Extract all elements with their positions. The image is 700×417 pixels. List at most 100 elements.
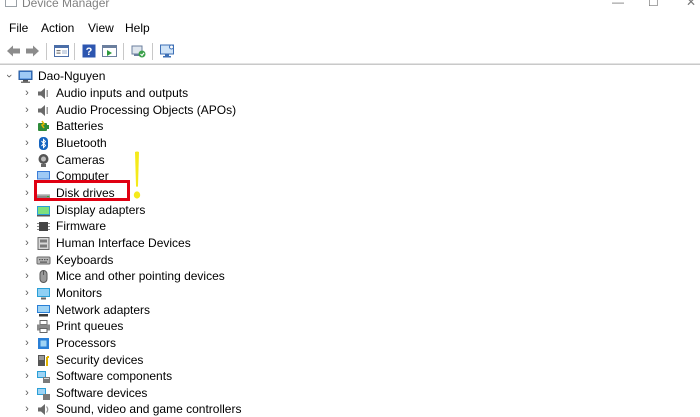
update-driver-icon[interactable] (130, 43, 147, 59)
tree-item-label: Audio inputs and outputs (56, 86, 189, 100)
tree-item-label: Network adapters (56, 303, 151, 317)
expand-chevron-icon[interactable]: › (22, 318, 32, 334)
battery-icon (36, 119, 51, 134)
tree-item[interactable]: › Software components (22, 368, 172, 384)
tree-root[interactable]: › Dao-Nguyen (1, 68, 106, 84)
toolbar: ? (0, 39, 700, 64)
camera-icon (36, 153, 51, 168)
tree-item-label: Software components (56, 369, 173, 383)
printer-icon (36, 319, 51, 334)
speaker-icon (36, 103, 51, 118)
tree-item[interactable]: › Mice and other pointing devices (22, 268, 225, 284)
keyboard-icon (36, 253, 51, 268)
tree-item[interactable]: › Keyboards (22, 252, 113, 268)
expand-chevron-icon[interactable]: › (22, 401, 32, 417)
expand-chevron-icon[interactable]: › (22, 385, 32, 401)
toolbar-separator (152, 43, 153, 60)
tree-item[interactable]: › Cameras (22, 152, 105, 168)
expand-chevron-icon[interactable]: › (22, 102, 32, 118)
expand-chevron-icon[interactable]: › (22, 352, 32, 368)
expand-chevron-icon[interactable]: › (22, 268, 32, 284)
expand-chevron-icon[interactable]: › (22, 152, 32, 168)
expand-chevron-icon[interactable]: › (22, 202, 32, 218)
mouse-icon (36, 269, 51, 284)
exclamation-mark-icon (131, 150, 143, 202)
expand-chevron-icon[interactable]: › (22, 252, 32, 268)
tree-item[interactable]: › Print queues (22, 318, 123, 334)
expand-chevron-icon[interactable]: › (22, 218, 32, 234)
tree-item-label: Processors (56, 336, 117, 350)
tree-item-label: Software devices (56, 386, 148, 400)
tree-item[interactable]: › Human Interface Devices (22, 235, 191, 251)
scan-hardware-icon[interactable] (159, 43, 176, 59)
software-component-icon (36, 369, 51, 384)
close-button[interactable]: ✕ (686, 0, 696, 9)
tree-item-label: Display adapters (56, 203, 146, 217)
tree-item-label: Security devices (56, 353, 144, 367)
tree-item-label: Mice and other pointing devices (56, 269, 225, 283)
tree-item-label: Monitors (56, 286, 103, 300)
expand-chevron-icon[interactable]: › (22, 118, 32, 134)
tree-item[interactable]: › Audio Processing Objects (APOs) (22, 102, 236, 118)
help-icon[interactable]: ? (81, 43, 98, 59)
tree-item-label: Human Interface Devices (56, 236, 191, 250)
show-hidden-icon[interactable] (101, 43, 118, 59)
expand-chevron-icon[interactable]: › (22, 285, 32, 301)
back-arrow-icon[interactable] (5, 43, 22, 59)
tree-item-label: Cameras (56, 153, 105, 167)
security-device-icon (36, 353, 51, 368)
computer-icon (18, 69, 33, 84)
bluetooth-icon (36, 136, 51, 151)
tree-item[interactable]: › Processors (22, 335, 116, 351)
highlight-box (34, 180, 130, 201)
expand-chevron-icon[interactable]: › (22, 168, 32, 184)
toolbar-separator (123, 43, 124, 60)
tree-item[interactable]: › Audio inputs and outputs (22, 85, 188, 101)
tree-item-label: Sound, video and game controllers (56, 402, 242, 416)
hid-icon (36, 236, 51, 251)
menu-file[interactable]: File (9, 21, 28, 35)
expand-chevron-icon[interactable]: › (22, 135, 32, 151)
tree-item[interactable]: › Batteries (22, 118, 103, 134)
processor-icon (36, 336, 51, 351)
tree-item[interactable]: › Firmware (22, 218, 106, 234)
collapse-chevron-icon[interactable]: › (1, 71, 17, 81)
tree-item-label: Batteries (56, 119, 104, 133)
expand-chevron-icon[interactable]: › (22, 85, 32, 101)
monitor-icon (36, 286, 51, 301)
tree-item[interactable]: › Bluetooth (22, 135, 107, 151)
tree-item-label: Keyboards (56, 253, 114, 267)
tree-item-label: Bluetooth (56, 136, 107, 150)
firmware-icon (36, 219, 51, 234)
device-manager-app-icon (5, 0, 17, 7)
maximize-button[interactable]: ☐ (648, 0, 659, 9)
expand-chevron-icon[interactable]: › (22, 368, 32, 384)
expand-chevron-icon[interactable]: › (22, 235, 32, 251)
network-adapter-icon (36, 303, 51, 318)
expand-chevron-icon[interactable]: › (22, 302, 32, 318)
menu-action[interactable]: Action (41, 21, 74, 35)
tree-item-label: Firmware (56, 219, 106, 233)
minimize-button[interactable]: — (612, 0, 624, 9)
device-tree: › Dao-Nguyen › Audio inputs and outputs … (0, 64, 700, 417)
tree-item-label: Print queues (56, 319, 124, 333)
toolbar-separator (74, 43, 75, 60)
speaker-icon (36, 86, 51, 101)
software-device-icon (36, 386, 51, 401)
tree-item[interactable]: › Monitors (22, 285, 102, 301)
menu-view[interactable]: View (88, 21, 114, 35)
tree-item[interactable]: › Software devices (22, 385, 147, 401)
tree-item[interactable]: › Display adapters (22, 202, 145, 218)
forward-arrow-icon[interactable] (24, 43, 41, 59)
tree-item[interactable]: › Security devices (22, 352, 143, 368)
display-adapter-icon (36, 203, 51, 218)
properties-icon[interactable] (53, 43, 70, 59)
menu-help[interactable]: Help (125, 21, 150, 35)
window-title: Device Manager (22, 0, 110, 10)
tree-item[interactable]: › Sound, video and game controllers (22, 401, 241, 417)
title-bar: Device Manager — ☐ ✕ (0, 0, 700, 14)
tree-item[interactable]: › Network adapters (22, 302, 150, 318)
expand-chevron-icon[interactable]: › (22, 335, 32, 351)
expand-chevron-icon[interactable]: › (22, 185, 32, 201)
tree-root-label: Dao-Nguyen (38, 69, 106, 83)
